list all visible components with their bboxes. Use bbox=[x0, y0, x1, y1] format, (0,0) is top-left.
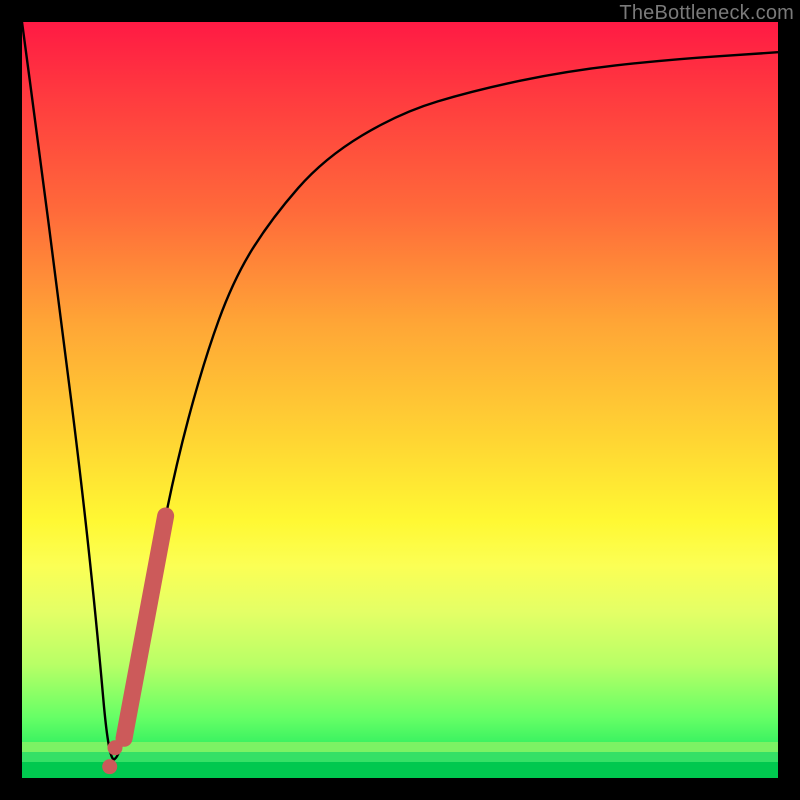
highlight-dot bbox=[107, 740, 122, 755]
chart-frame: TheBottleneck.com bbox=[0, 0, 800, 800]
highlight-segment bbox=[124, 516, 166, 738]
plot-area bbox=[22, 22, 778, 778]
highlight-dot bbox=[102, 759, 117, 774]
chart-svg bbox=[22, 22, 778, 778]
